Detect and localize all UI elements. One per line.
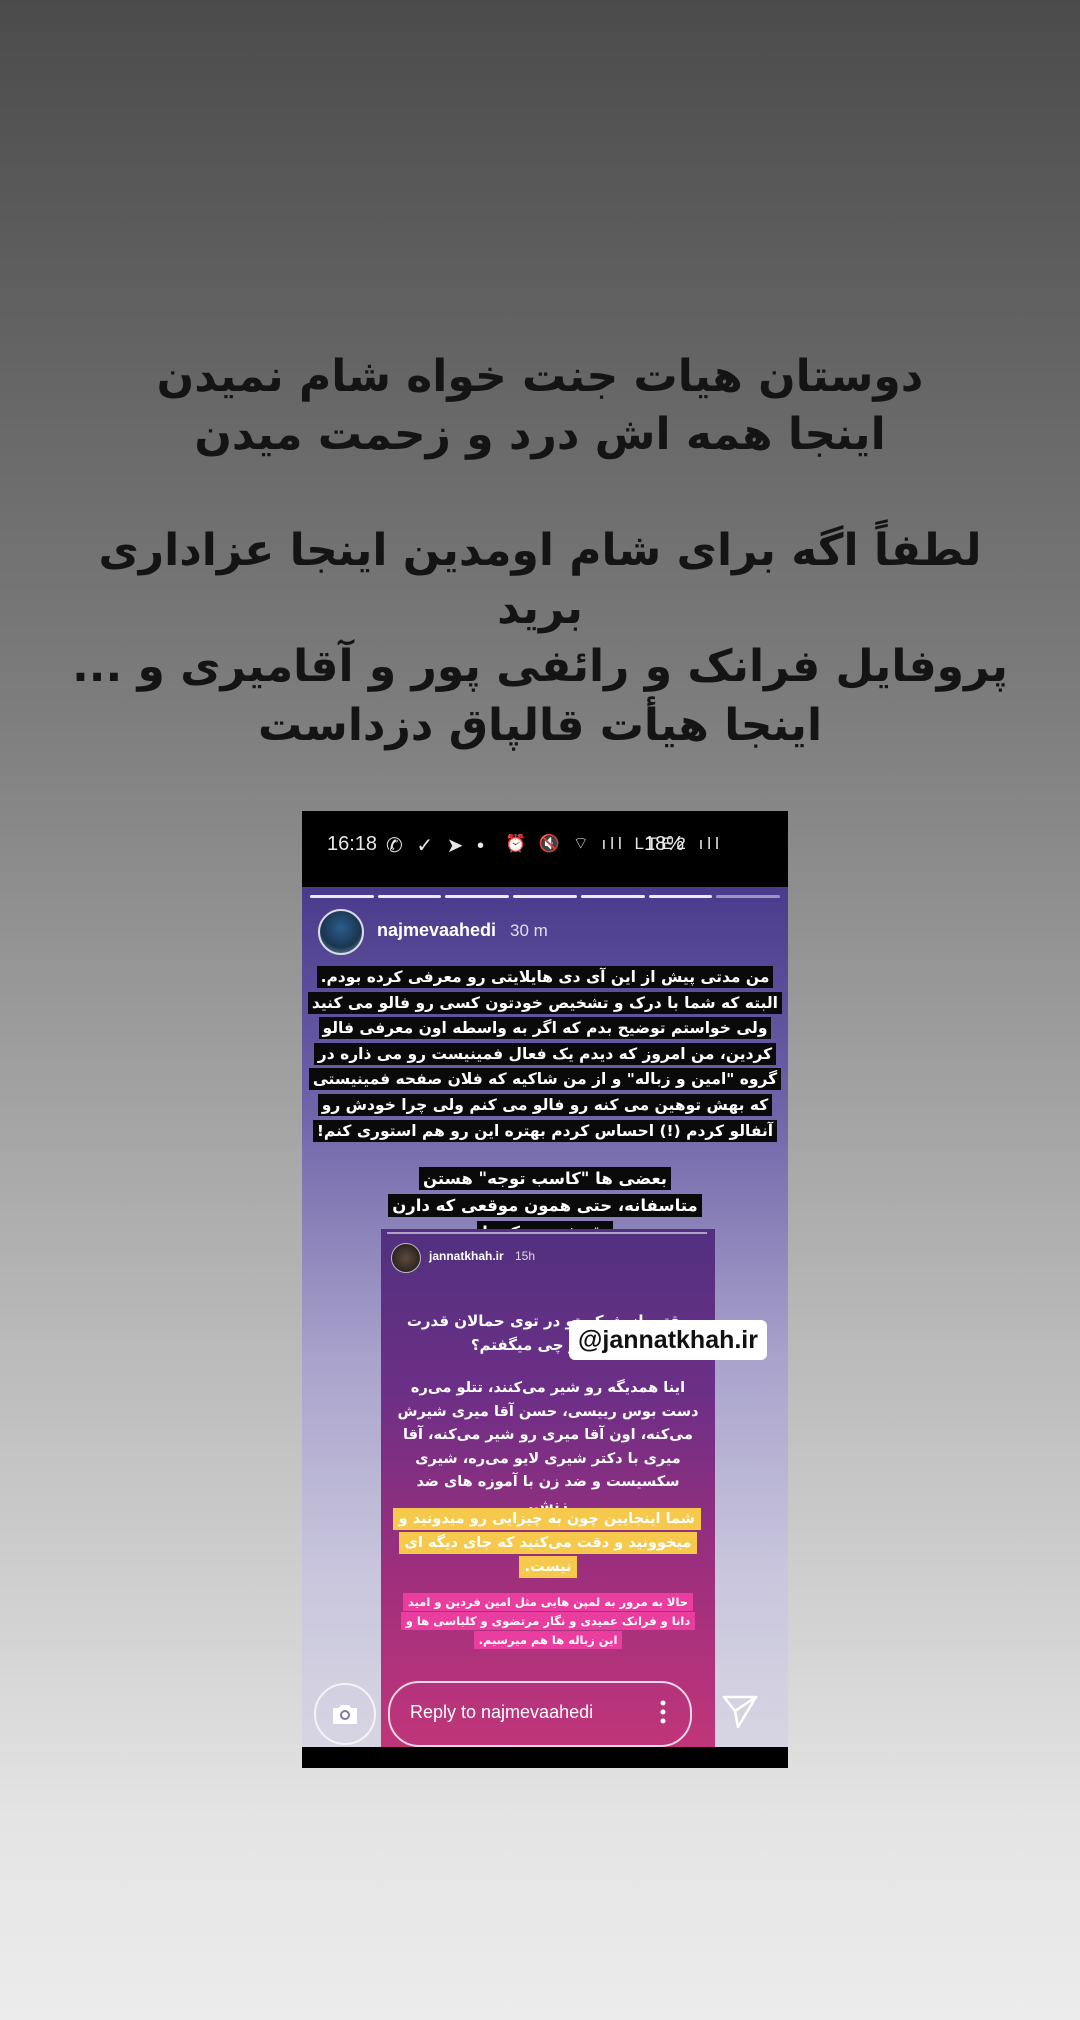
embedded-story: jannatkhah.ir 15h وقتی از شبکه تو در توی… <box>381 1229 715 1747</box>
caption-line-1: دوستان هیات جنت خواه شام نمیدن اینجا همه… <box>156 351 924 460</box>
battery-level: 18% <box>644 833 685 855</box>
send-icon[interactable] <box>722 1695 758 1729</box>
embedded-highlight-pink: حالا به مرور به لمپن هایی مثل امین فردین… <box>395 1593 701 1650</box>
camera-button[interactable] <box>314 1683 376 1745</box>
caption-line-3: اینجا هیأت قالپاق دزداست <box>257 700 823 751</box>
embedded-body: اینا همدیگه رو شیر می‌کنند، تتلو می‌ره د… <box>397 1380 699 1514</box>
mention-sticker[interactable]: @jannatkhah.ir <box>569 1320 767 1360</box>
embedded-time: 15h <box>515 1249 536 1263</box>
reply-placeholder: Reply to najmevaahedi <box>410 1702 594 1722</box>
camera-icon <box>333 1705 357 1724</box>
notification-icons: ✆ ✓ ➤ • <box>386 835 488 857</box>
embedded-username: jannatkhah.ir <box>429 1249 504 1263</box>
story-text-block-1: من مدتی پیش از این آی دی هایلایتی رو معر… <box>307 965 782 1144</box>
status-bar: 16:18 ✆ ✓ ➤ • ⏰ 🔇 ⌔ ıll LTE2 ıll 18% <box>302 811 788 887</box>
story-screenshot: 16:18 ✆ ✓ ➤ • ⏰ 🔇 ⌔ ıll LTE2 ıll 18% naj… <box>302 811 788 1768</box>
more-options-icon[interactable] <box>658 1697 668 1727</box>
status-time: 16:18 <box>327 833 378 855</box>
story-view[interactable]: najmevaahedi 30 m من مدتی پیش از این آی … <box>302 887 788 1747</box>
avatar[interactable] <box>318 909 364 955</box>
reply-input[interactable]: Reply to najmevaahedi <box>388 1681 692 1747</box>
story-username[interactable]: najmevaahedi <box>377 920 496 941</box>
embedded-highlight-yellow: شما اینجایین چون به چیزایی رو میدونید و … <box>392 1507 701 1579</box>
caption-line-2: لطفاً اگه برای شام اومدین اینجا عزاداری … <box>72 525 1008 692</box>
story-time: 30 m <box>510 921 548 940</box>
story-progress-bar <box>310 895 781 898</box>
embedded-avatar <box>391 1243 421 1273</box>
embedded-progress-bar <box>387 1232 707 1234</box>
system-icons: ⏰ 🔇 ⌔ ıll LTE2 ıll <box>505 834 723 853</box>
